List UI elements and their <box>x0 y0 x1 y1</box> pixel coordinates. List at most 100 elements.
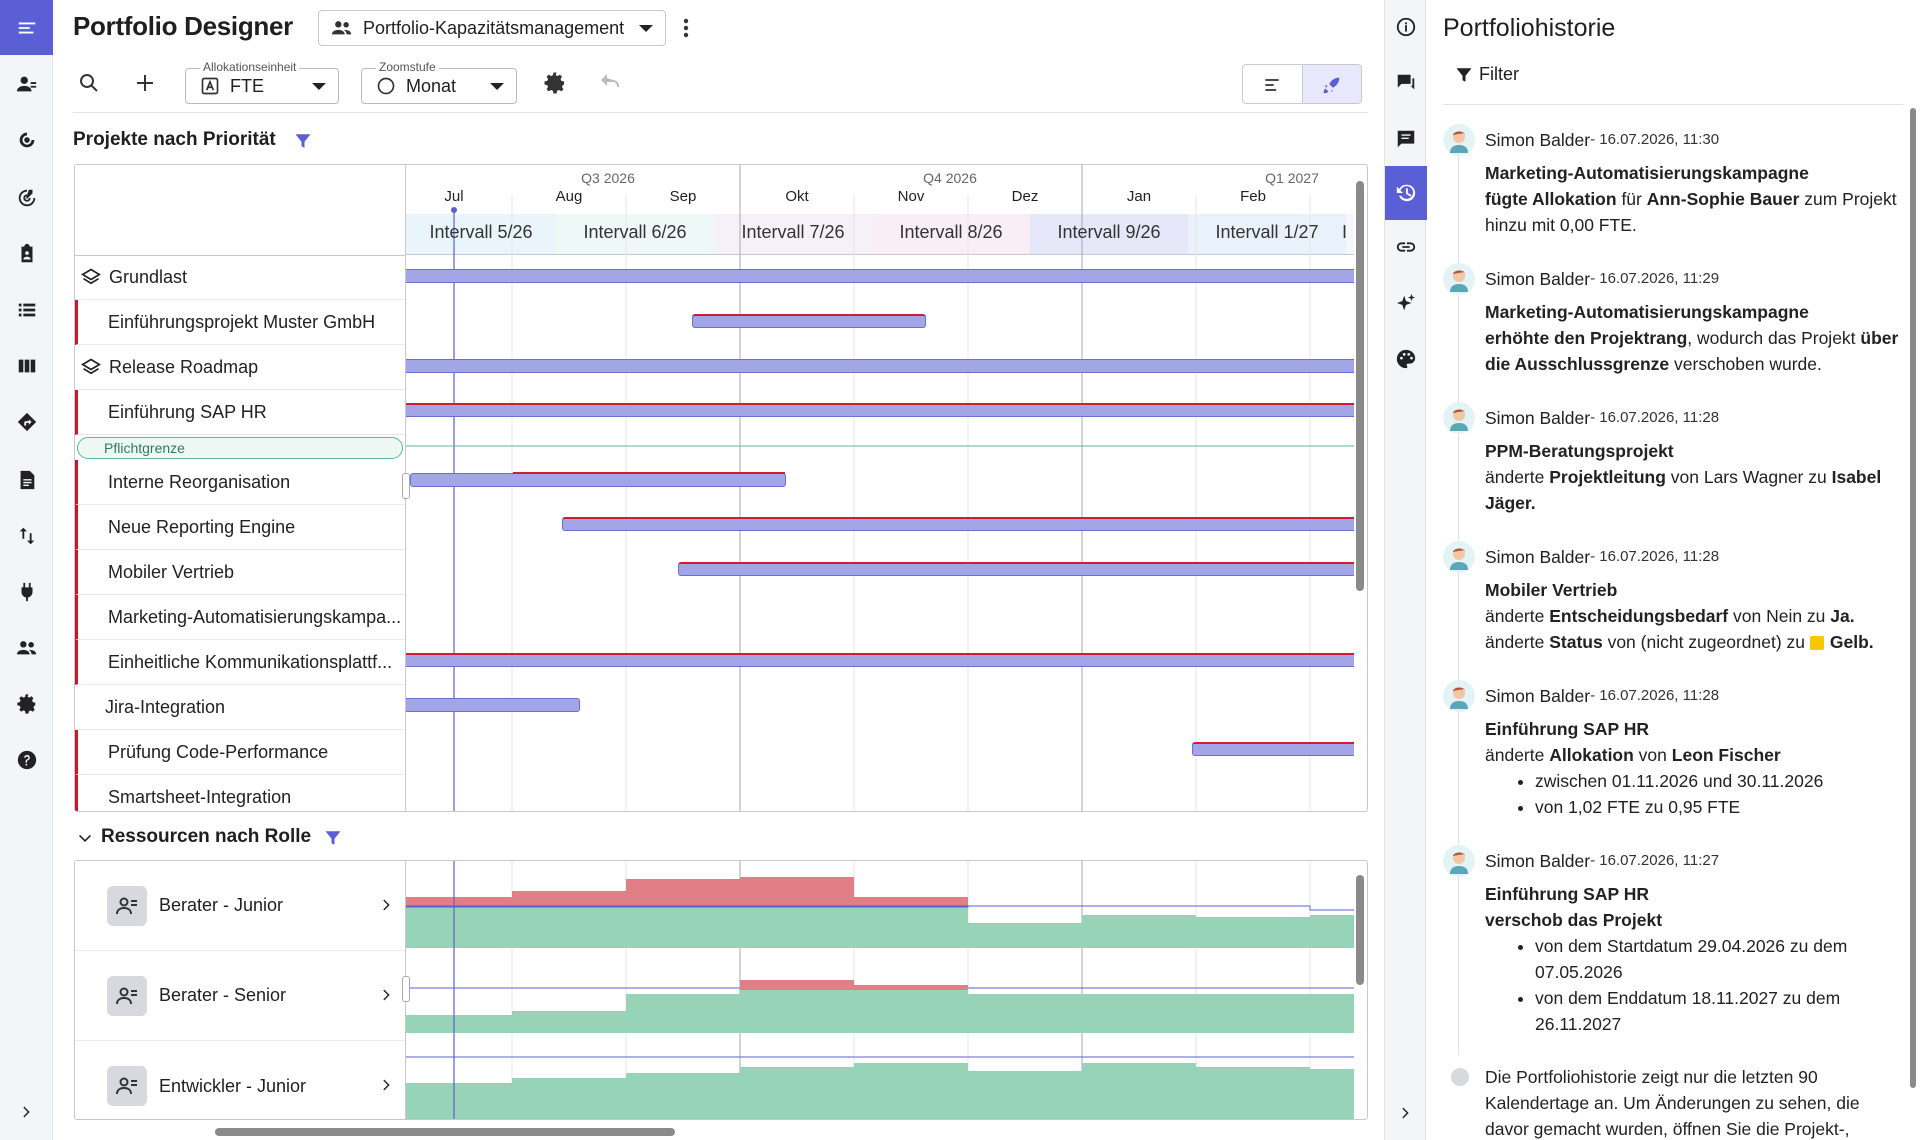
list-item[interactable]: Einführung SAP HR <box>75 390 405 435</box>
nav-list-button[interactable] <box>0 290 53 330</box>
history-entry: Simon Balder - 16.07.2026, 11:29 Marketi… <box>1443 263 1903 377</box>
history-text: änderte <box>1485 745 1550 765</box>
list-item[interactable]: Einheitliche Kommunikationsplattf... <box>75 640 405 685</box>
project-bar[interactable] <box>406 359 1354 373</box>
history-note: Die Portfoliohistorie zeigt nur die letz… <box>1451 1064 1911 1140</box>
collapse-panel-button[interactable] <box>1385 1092 1427 1134</box>
project-bar[interactable] <box>678 562 1354 576</box>
nav-people-button[interactable] <box>0 64 53 104</box>
settings-button[interactable] <box>538 66 572 100</box>
month-label: Dez <box>1011 188 1039 205</box>
resource-row[interactable]: Entwickler - Junior <box>75 1041 405 1119</box>
overload-block <box>626 879 740 906</box>
list-item[interactable]: Prüfung Code-Performance <box>75 730 405 775</box>
list-item[interactable]: Smartsheet-Integration <box>75 775 405 811</box>
allocation-unit-select[interactable]: Allokationseinheit FTE <box>185 60 339 104</box>
interval-label: Intervall 7/26 <box>741 222 845 242</box>
nav-help-button[interactable] <box>0 740 53 780</box>
project-bar[interactable] <box>406 698 580 712</box>
nav-settings-button[interactable] <box>0 684 53 724</box>
info-button[interactable] <box>1385 6 1427 48</box>
project-bar[interactable] <box>562 517 1354 531</box>
chevron-right-icon[interactable] <box>379 987 395 1003</box>
project-bar[interactable] <box>406 403 1354 417</box>
document-icon <box>20 470 34 490</box>
avatar <box>1443 541 1475 573</box>
page-title: Portfolio Designer <box>73 11 293 41</box>
nav-goals-button[interactable] <box>0 178 53 218</box>
comments-button[interactable] <box>1385 62 1427 104</box>
chevron-right-icon[interactable] <box>379 1077 395 1093</box>
project-bar[interactable] <box>1192 742 1354 756</box>
list-item[interactable]: Mobiler Vertrieb <box>75 550 405 595</box>
threshold-badge[interactable]: Pflichtgrenze <box>77 437 403 459</box>
interval-label: Intervall 5/26 <box>429 222 533 242</box>
capacity-block <box>1082 1063 1196 1119</box>
add-button[interactable] <box>128 66 162 100</box>
list-item[interactable]: Marketing-Automatisierungskampa... <box>75 595 405 640</box>
search-button[interactable] <box>72 66 106 100</box>
history-user: Simon Balder <box>1485 686 1591 706</box>
chevron-right-icon[interactable] <box>379 897 395 913</box>
history-text: , wodurch das Projekt <box>1687 328 1861 348</box>
links-button[interactable] <box>1385 226 1427 268</box>
history-filter-button[interactable]: Filter <box>1455 64 1519 85</box>
capacity-block <box>968 923 1082 948</box>
nav-board-button[interactable] <box>0 346 53 386</box>
list-item[interactable]: Grundlast <box>75 255 405 300</box>
project-bar[interactable] <box>406 653 1354 667</box>
vertical-scrollbar[interactable] <box>1356 181 1364 591</box>
nav-projects-button[interactable] <box>0 234 53 274</box>
zoom-level-select[interactable]: Zoomstufe Monat <box>361 60 517 104</box>
view-mode-toggle[interactable] <box>1242 64 1362 104</box>
history-button[interactable] <box>1385 166 1427 220</box>
more-options-button[interactable] <box>676 14 696 42</box>
project-bar[interactable] <box>692 314 926 328</box>
nav-team-button[interactable] <box>0 628 53 668</box>
filter-icon[interactable] <box>294 132 312 150</box>
lines-icon <box>1265 79 1280 91</box>
horizontal-scrollbar[interactable] <box>215 1128 675 1136</box>
list-item[interactable]: Release Roadmap <box>75 345 405 390</box>
history-project: Einführung SAP HR <box>1485 719 1649 739</box>
portfolio-select[interactable]: Portfolio-Kapazitätsmanagement <box>318 10 666 46</box>
capacity-block <box>406 1015 512 1033</box>
launch-view-button[interactable] <box>1301 65 1361 103</box>
theme-button[interactable] <box>1385 338 1427 380</box>
chevron-down-icon[interactable] <box>76 830 94 848</box>
history-scrollbar[interactable] <box>1910 108 1916 1088</box>
resource-row[interactable]: Berater - Junior <box>75 861 405 951</box>
resize-handle[interactable] <box>402 473 410 499</box>
vertical-scrollbar[interactable] <box>1356 875 1364 985</box>
filter-icon[interactable] <box>324 829 342 847</box>
history-text: Ann-Sophie Bauer <box>1646 189 1800 209</box>
project-bar[interactable] <box>410 472 786 487</box>
project-bar[interactable] <box>406 269 1354 283</box>
menu-toggle-button[interactable] <box>0 0 53 55</box>
status-yellow-swatch <box>1809 636 1824 650</box>
list-item[interactable]: Interne Reorganisation <box>75 460 405 505</box>
nav-transfer-button[interactable] <box>0 516 53 556</box>
role-icon <box>107 975 147 1016</box>
nav-refresh-button[interactable] <box>0 120 53 160</box>
list-item[interactable]: Neue Reporting Engine <box>75 505 405 550</box>
interval-label: Intervall 6/26 <box>583 222 687 242</box>
resize-handle[interactable] <box>402 976 410 1002</box>
list-item[interactable]: Jira-Integration <box>75 685 405 730</box>
history-text: änderte <box>1485 606 1550 626</box>
ai-assistant-button[interactable] <box>1385 282 1427 324</box>
sync-icon <box>19 132 34 148</box>
list-item[interactable]: Einführungsprojekt Muster GmbH <box>75 300 405 345</box>
main-navigation <box>0 0 53 1140</box>
compact-view-button[interactable] <box>1243 65 1302 103</box>
notes-button[interactable] <box>1385 118 1427 160</box>
resource-row[interactable]: Berater - Senior <box>75 951 405 1041</box>
nav-expand-button[interactable] <box>0 1092 53 1132</box>
gear-icon <box>16 694 35 714</box>
nav-roadmap-button[interactable] <box>0 402 53 442</box>
interval-label: Intervall 8/26 <box>899 222 1003 242</box>
undo-button[interactable] <box>594 66 628 100</box>
avatar <box>1443 845 1475 877</box>
nav-integrations-button[interactable] <box>0 572 53 612</box>
nav-documents-button[interactable] <box>0 460 53 500</box>
